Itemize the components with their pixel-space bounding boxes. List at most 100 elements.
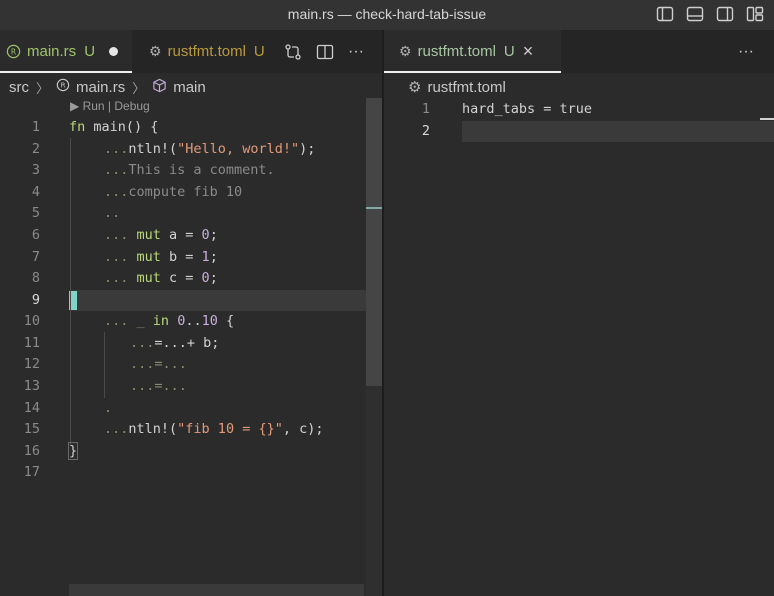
overview-ruler-cursor-mark — [760, 118, 774, 120]
left-tab-bar: R main.rs U ⚙ rustfmt.toml U ··· — [0, 30, 382, 73]
symbol-cube-icon — [152, 78, 167, 97]
whitespace-marker: ... — [104, 227, 137, 243]
code-text: { — [217, 313, 235, 329]
current-line-highlight — [462, 121, 774, 142]
breadcrumb-right: ⚙ rustfmt.toml — [408, 76, 506, 98]
toml-value: true — [559, 101, 593, 117]
string-literal: "fib 10 = {}" — [177, 421, 283, 437]
tab-rustfmt-toml[interactable]: ⚙ rustfmt.toml U — [135, 30, 277, 73]
breadcrumb-symbol[interactable]: main — [173, 79, 206, 96]
line-number: 13 — [23, 378, 40, 394]
code-line: ...This is a comment. — [104, 162, 275, 178]
line-number: 5 — [31, 205, 40, 221]
whitespace-marker: ... — [104, 270, 137, 286]
gear-icon: ⚙ — [399, 43, 412, 59]
line-number: 4 — [31, 184, 40, 200]
line-number: 1 — [31, 119, 40, 135]
customize-layout-icon[interactable] — [746, 5, 764, 23]
comment: This is a comment. — [128, 162, 275, 178]
code-line: fn main() { — [69, 119, 158, 135]
code-text: ; — [209, 270, 218, 286]
line-number: 8 — [31, 270, 40, 286]
horizontal-scrollbar[interactable] — [69, 584, 364, 596]
line-number: 15 — [23, 421, 40, 437]
vertical-scrollbar-thumb[interactable] — [366, 98, 382, 386]
tab-label: rustfmt.toml — [167, 43, 246, 60]
unsaved-dot-icon[interactable] — [109, 47, 119, 56]
code-line: hard_tabs = true — [462, 101, 592, 117]
keyword: mut — [136, 227, 161, 243]
tab-rustfmt-toml-right[interactable]: ⚙ rustfmt.toml U × — [384, 30, 561, 73]
toggle-primary-sidebar-icon[interactable] — [656, 5, 674, 23]
keyword: in — [152, 313, 170, 329]
code-text: = — [535, 101, 560, 117]
whitespace-marker: ... — [104, 162, 129, 178]
compare-changes-icon[interactable] — [284, 43, 302, 61]
line-number: 11 — [23, 335, 40, 351]
git-status-untracked: U — [503, 43, 515, 60]
whitespace-marker: ... — [130, 335, 155, 351]
toml-key: hard_tabs — [462, 101, 536, 117]
comment: compute fib 10 — [128, 184, 243, 200]
code-line: ... mut c = 0; — [104, 270, 218, 286]
more-actions-icon[interactable]: ··· — [348, 43, 364, 61]
number-literal: 1 — [201, 249, 210, 265]
title-bar: main.rs — check-hard-tab-issue — [0, 0, 774, 30]
indent-guide — [104, 332, 105, 398]
code-text: =...+ b; — [154, 335, 220, 351]
close-icon[interactable]: × — [523, 41, 534, 62]
code-line: ...=... — [130, 378, 187, 394]
line-number: 6 — [31, 227, 40, 243]
whitespace-marker: ... — [104, 249, 137, 265]
code-line: ... mut b = 1; — [104, 249, 218, 265]
right-tab-bar: ⚙ rustfmt.toml U × ··· — [384, 30, 774, 73]
line-number: 2 — [31, 141, 40, 157]
overview-ruler-cursor-mark — [366, 207, 382, 209]
code-text: b = — [160, 249, 202, 265]
split-editor-icon[interactable] — [316, 43, 334, 61]
tab-label: main.rs — [27, 43, 77, 60]
code-line: ...compute fib 10 — [104, 184, 242, 200]
breadcrumb-file[interactable]: rustfmt.toml — [427, 79, 505, 96]
toggle-panel-icon[interactable] — [686, 5, 704, 23]
line-number: 16 — [23, 443, 40, 459]
code-text: , c); — [282, 421, 324, 437]
number-literal: 0 — [201, 270, 210, 286]
line-number: 9 — [31, 292, 40, 308]
rust-icon: R — [6, 44, 21, 59]
line-number: 7 — [31, 249, 40, 265]
code-text: ntln!( — [128, 141, 178, 157]
code-line: . — [104, 400, 113, 416]
breadcrumb-folder[interactable]: src — [9, 79, 29, 96]
code-line: ... mut a = 0; — [104, 227, 218, 243]
whitespace-marker: ... _ — [104, 313, 153, 329]
code-text: ; — [209, 249, 218, 265]
keyword: fn — [69, 119, 86, 135]
code-line: ...ntln!("fib 10 = {}", c); — [104, 421, 323, 437]
whitespace-marker: ... — [104, 141, 129, 157]
chevron-right-icon: 〉 — [132, 80, 146, 96]
git-status-untracked: U — [84, 43, 96, 60]
svg-text:R: R — [11, 47, 16, 56]
rust-icon: R — [56, 78, 70, 96]
line-number: 1 — [421, 101, 430, 117]
breadcrumb-file[interactable]: main.rs — [76, 79, 125, 96]
tab-main-rs[interactable]: R main.rs U — [0, 30, 132, 73]
codelens-run-debug[interactable]: ▶ Run | Debug — [70, 99, 150, 113]
breadcrumb: src 〉 R main.rs 〉 main — [9, 76, 206, 98]
code-text: a = — [160, 227, 202, 243]
code-line: ... _ in 0..10 { — [104, 313, 234, 329]
toggle-secondary-sidebar-icon[interactable] — [716, 5, 734, 23]
more-actions-icon[interactable]: ··· — [738, 43, 754, 61]
keyword: mut — [136, 270, 161, 286]
number-literal: 0 — [201, 227, 210, 243]
line-number: 3 — [31, 162, 40, 178]
tab-label: rustfmt.toml — [417, 43, 496, 60]
editor-group-divider[interactable] — [382, 30, 384, 596]
line-number: 14 — [23, 400, 40, 416]
code-text: c = — [160, 270, 202, 286]
string-literal: "Hello, world!" — [177, 141, 300, 157]
current-line-highlight — [69, 290, 366, 311]
gear-icon: ⚙ — [408, 79, 422, 96]
svg-text:R: R — [61, 82, 66, 90]
